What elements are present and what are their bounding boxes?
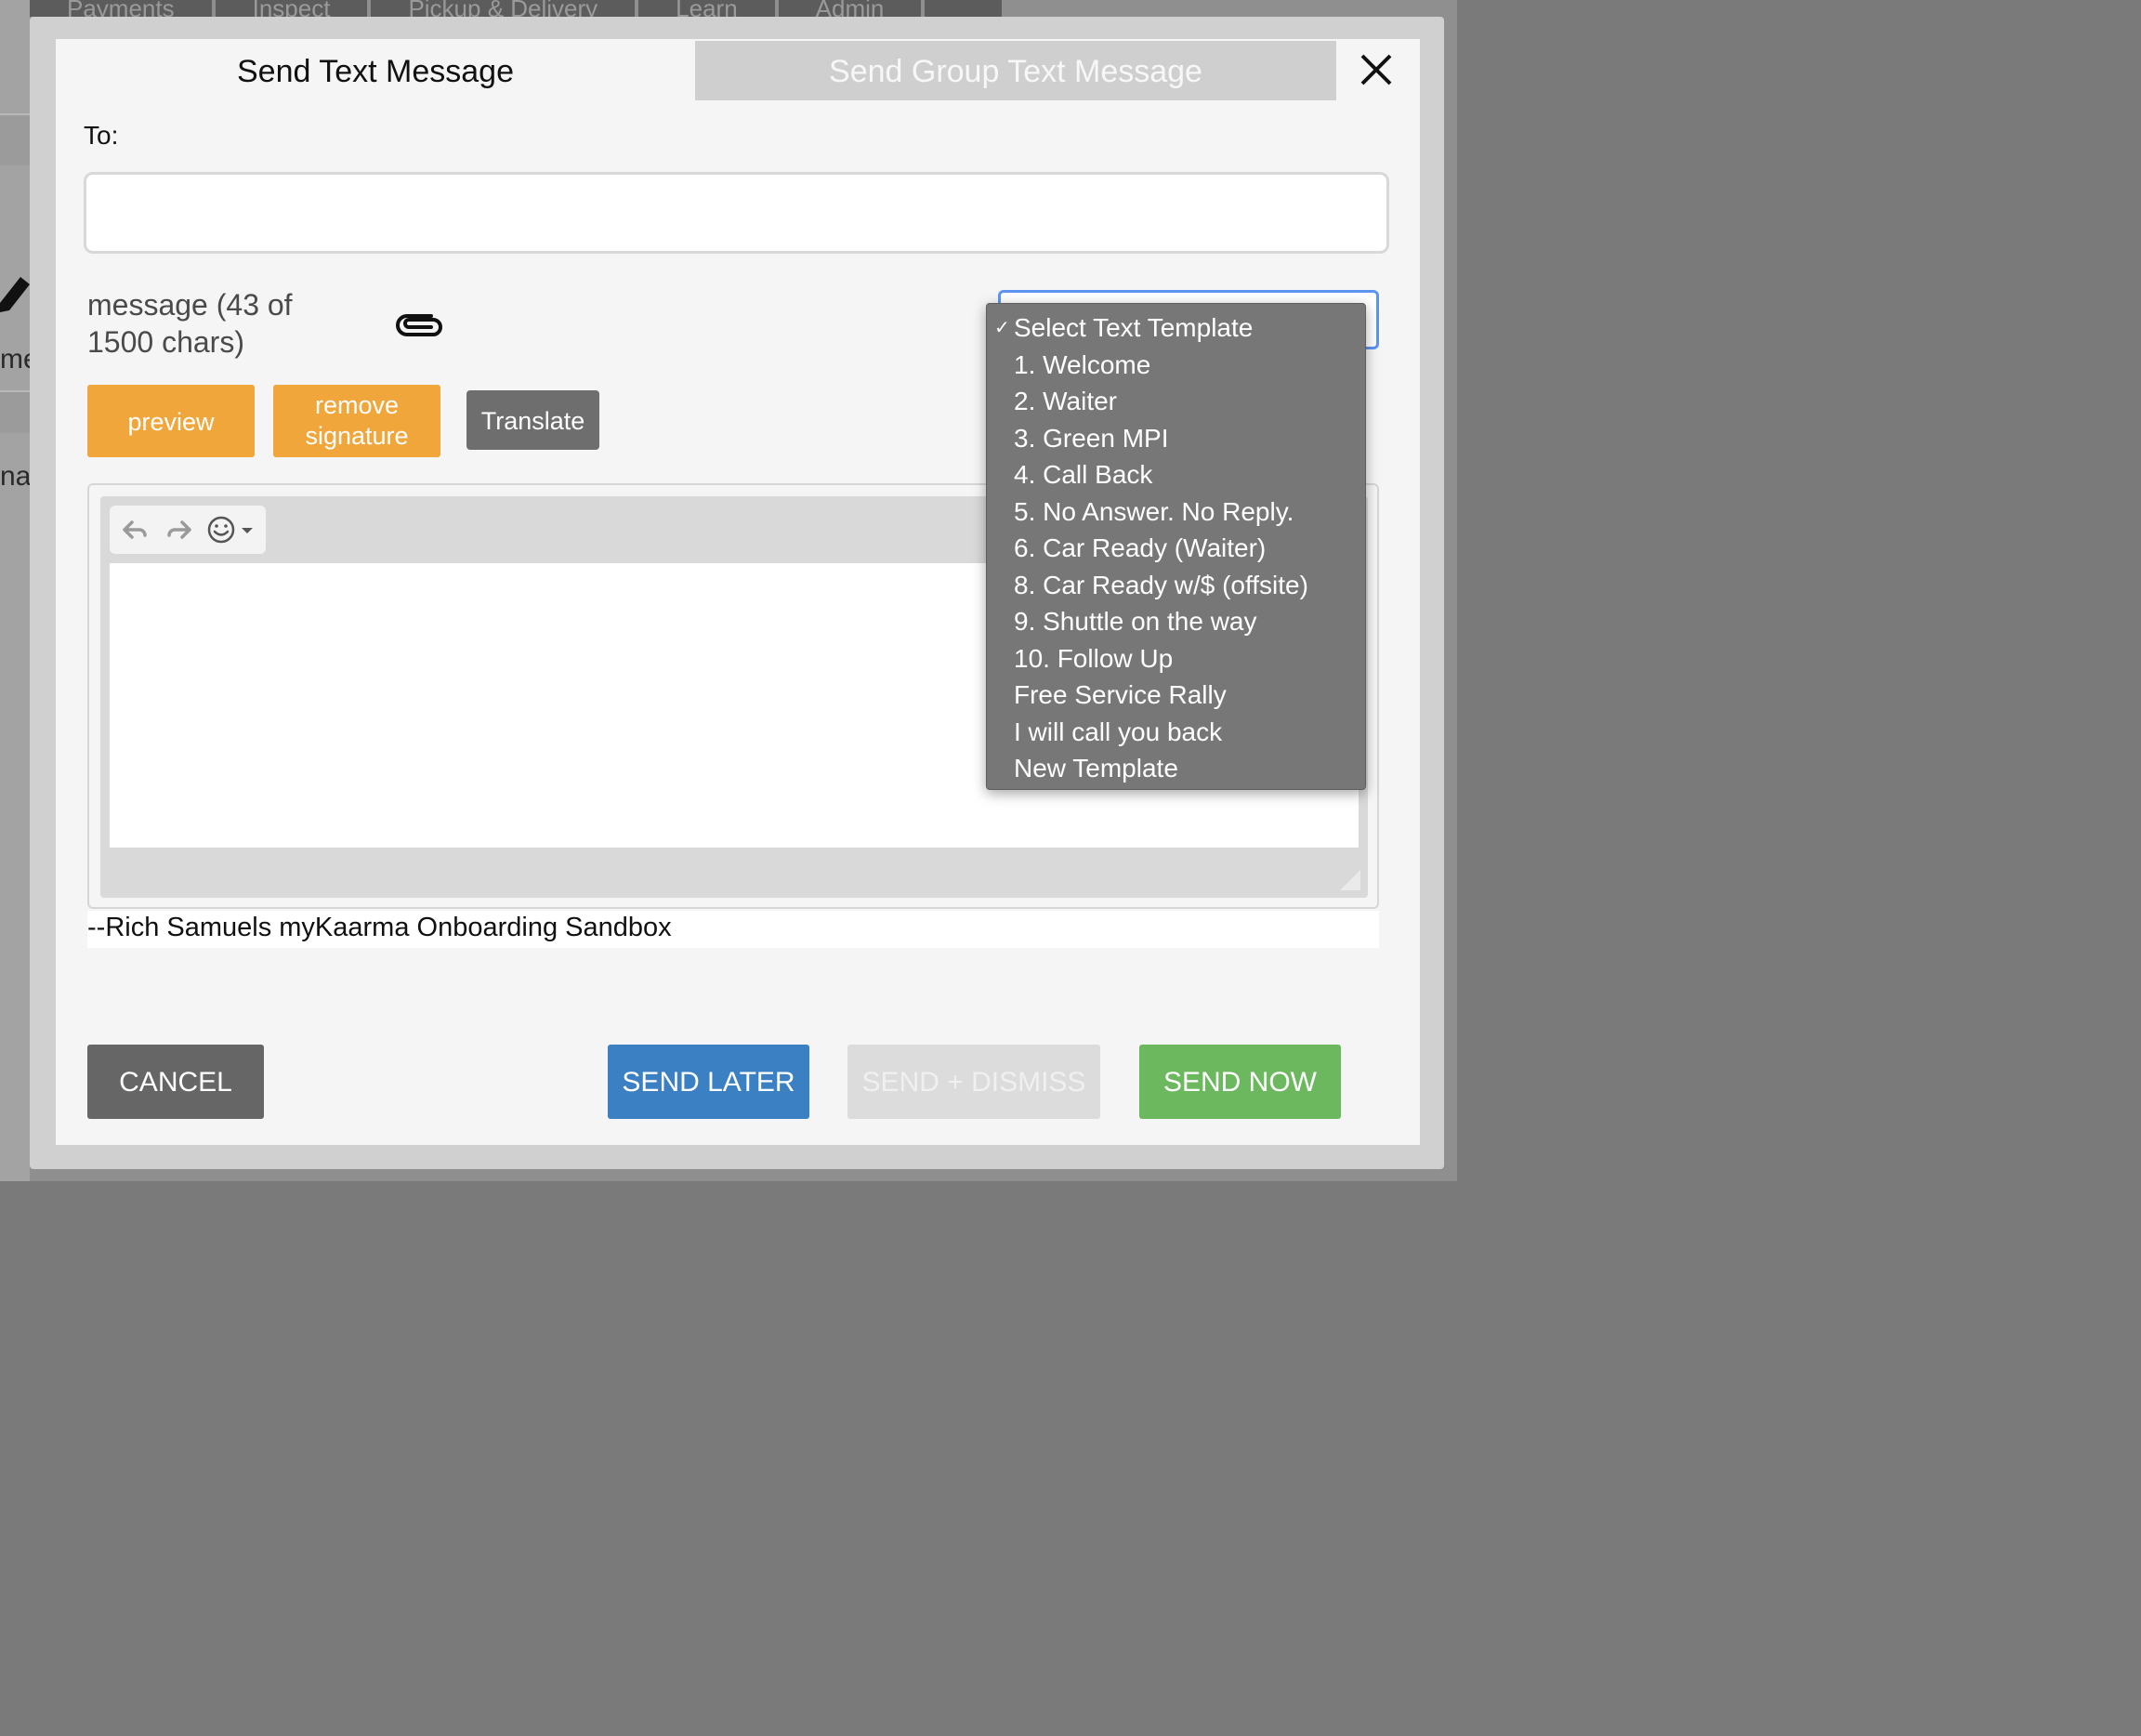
template-option[interactable]: 9. Shuttle on the way xyxy=(987,603,1365,640)
template-option[interactable]: New Template xyxy=(987,750,1365,787)
send-dismiss-button[interactable]: SEND + DISMISS xyxy=(847,1045,1100,1119)
message-char-count: message (43 of 1500 chars) xyxy=(87,288,293,359)
tab-send-group-text-message[interactable]: Send Group Text Message xyxy=(695,41,1336,100)
template-option[interactable]: 3. Green MPI xyxy=(987,420,1365,457)
translate-button[interactable]: Translate xyxy=(466,390,599,450)
background-nav-tab: Payments xyxy=(30,0,216,17)
template-option[interactable]: Free Service Rally xyxy=(987,677,1365,714)
background-nav-bar: Payments Inspect Pickup & Delivery Learn… xyxy=(30,0,1002,17)
template-option[interactable]: 2. Waiter xyxy=(987,383,1365,420)
resize-handle-icon[interactable] xyxy=(1340,870,1360,890)
remove-signature-button[interactable]: remove signature xyxy=(273,385,440,457)
template-option[interactable]: 8. Car Ready w/$ (offsite) xyxy=(987,567,1365,604)
template-option[interactable]: 10. Follow Up xyxy=(987,640,1365,677)
close-icon[interactable] xyxy=(1359,52,1394,87)
background-nav-tab: Pickup & Delivery xyxy=(371,0,639,17)
background-nav-tab: Inspect xyxy=(216,0,372,17)
template-option[interactable]: 6. Car Ready (Waiter) xyxy=(987,530,1365,567)
tab-send-text-message[interactable]: Send Text Message xyxy=(56,39,695,100)
template-option[interactable]: 4. Call Back xyxy=(987,456,1365,493)
to-label: To: xyxy=(84,121,119,150)
send-later-button[interactable]: SEND LATER xyxy=(608,1045,809,1119)
signature-text: --Rich Samuels myKaarma Onboarding Sandb… xyxy=(87,911,1379,948)
emoji-icon[interactable] xyxy=(206,515,260,545)
template-option[interactable]: 5. No Answer. No Reply. xyxy=(987,493,1365,531)
to-input[interactable] xyxy=(84,172,1389,254)
template-dropdown-menu: ✓ Select Text Template 1. Welcome 2. Wait… xyxy=(986,303,1366,790)
background-sidebar-row xyxy=(0,113,30,165)
paperclip-icon[interactable] xyxy=(394,309,446,342)
background-side-text: me xyxy=(0,344,32,375)
background-side-text: nai xyxy=(0,461,32,492)
preview-button[interactable]: preview xyxy=(87,385,255,457)
cancel-button[interactable]: CANCEL xyxy=(87,1045,264,1119)
pencil-icon xyxy=(0,277,30,312)
template-option[interactable]: I will call you back xyxy=(987,714,1365,751)
editor-toolbar xyxy=(110,506,266,554)
template-option-label: Select Text Template xyxy=(1014,313,1254,342)
template-option[interactable]: 1. Welcome xyxy=(987,347,1365,384)
undo-icon[interactable] xyxy=(119,515,151,545)
checkmark-icon: ✓ xyxy=(994,318,1010,338)
template-option-selected[interactable]: ✓ Select Text Template xyxy=(987,309,1365,347)
redo-icon[interactable] xyxy=(164,515,195,545)
send-now-button[interactable]: SEND NOW xyxy=(1139,1045,1341,1119)
background-nav-tab: Learn xyxy=(638,0,779,17)
background-sidebar-row xyxy=(0,390,30,433)
background-sidebar: me nai xyxy=(0,0,32,1181)
background-nav-tab: Admin xyxy=(779,0,926,17)
